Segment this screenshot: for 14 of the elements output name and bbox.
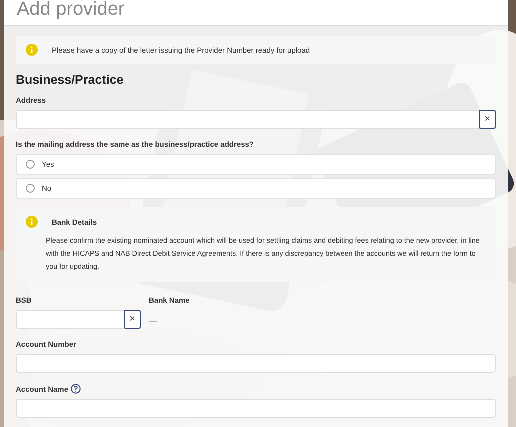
radio-button[interactable] xyxy=(26,160,35,169)
info-icon xyxy=(26,216,38,228)
account-name-field[interactable] xyxy=(16,399,496,418)
info-icon xyxy=(26,44,38,56)
radio-button[interactable] xyxy=(26,184,35,193)
clear-button[interactable]: × xyxy=(124,310,141,329)
section-heading: Business/Practice xyxy=(16,73,125,87)
clear-button[interactable]: × xyxy=(479,110,496,129)
account-number-field[interactable] xyxy=(16,354,496,373)
dialog-title: Add provider xyxy=(4,0,508,26)
address-field[interactable]: × xyxy=(16,110,496,129)
bsb-field[interactable]: × xyxy=(16,310,141,329)
help-icon[interactable] xyxy=(70,384,81,394)
bank-name-value: — xyxy=(149,317,157,326)
